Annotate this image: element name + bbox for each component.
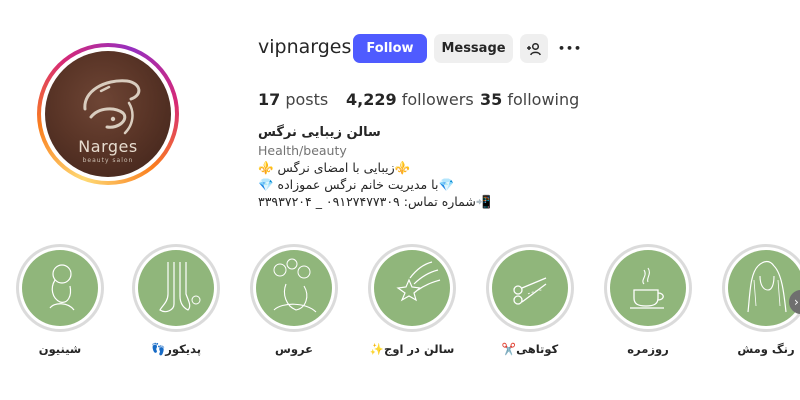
bio-category: Health/beauty bbox=[258, 143, 347, 158]
more-horizontal-icon: ••• bbox=[557, 42, 583, 55]
highlight-item[interactable]: کوتاهی✂️ bbox=[482, 244, 578, 356]
coffee-cup-icon bbox=[630, 267, 664, 309]
profile-avatar[interactable]: Narges beauty salon bbox=[37, 43, 179, 185]
following-count: 35 bbox=[480, 90, 503, 109]
following-stat[interactable]: 35 following bbox=[480, 90, 579, 109]
feet-pedicure-icon bbox=[159, 262, 201, 313]
bio-line-2: 💎با مدیریت خانم نرگس عموزاده 💎 bbox=[258, 177, 455, 192]
highlight-label: روزمره bbox=[627, 342, 669, 356]
highlight-label: کوتاهی✂️ bbox=[501, 342, 559, 356]
followers-stat[interactable]: 4,229 followers bbox=[346, 90, 474, 109]
suggested-accounts-button[interactable] bbox=[520, 34, 548, 63]
more-options-button[interactable]: ••• bbox=[556, 34, 584, 63]
highlight-label: رنگ ومش bbox=[737, 342, 795, 356]
highlight-item[interactable]: شینیون bbox=[12, 244, 108, 356]
woman-long-hair-icon bbox=[747, 260, 787, 313]
bio-name: سالن زیبایی نرگس bbox=[258, 125, 381, 140]
avatar-sub-text: beauty salon bbox=[82, 157, 134, 164]
highlight-label: شینیون bbox=[38, 342, 82, 356]
bio-line-3: 📲شماره تماس: ۰۹۱۲۷۴۷۷۳۰۹ _ ۳۳۹۳۷۲۰۴ bbox=[258, 194, 492, 209]
highlight-label: عروس bbox=[274, 342, 314, 356]
bio-line-1: ⚜️زیبایی با امضای نرگس ⚜️ bbox=[258, 160, 411, 175]
avatar-image: Narges beauty salon bbox=[45, 51, 171, 177]
bride-flowers-icon bbox=[273, 258, 317, 313]
add-person-icon bbox=[527, 42, 541, 55]
highlight-item[interactable]: پدیکور👣 bbox=[128, 244, 224, 356]
shooting-star-icon bbox=[396, 261, 441, 302]
avatar-brand-text: Narges bbox=[78, 137, 138, 156]
followers-count: 4,229 bbox=[346, 90, 397, 109]
username: vipnarges bbox=[258, 36, 352, 58]
highlight-item[interactable]: سالن در اوج✨ bbox=[364, 244, 460, 356]
bio-section: سالن زیبایی نرگس Health/beauty ⚜️زیبایی … bbox=[258, 124, 558, 210]
chevron-right-icon: › bbox=[794, 295, 799, 309]
highlight-item[interactable]: رنگ ومش bbox=[718, 244, 800, 356]
profile-page: Narges beauty salon vipnarges Follow Mes… bbox=[0, 0, 800, 400]
posts-count: 17 bbox=[258, 90, 281, 109]
posts-label: posts bbox=[285, 90, 329, 109]
following-label: following bbox=[507, 90, 580, 109]
scissors-icon bbox=[513, 277, 547, 305]
highlight-label: پدیکور👣 bbox=[150, 342, 202, 356]
highlight-item[interactable]: عروس bbox=[246, 244, 342, 356]
follow-button[interactable]: Follow bbox=[353, 34, 427, 63]
posts-stat: 17 posts bbox=[258, 90, 328, 109]
highlight-item[interactable]: روزمره bbox=[600, 244, 696, 356]
message-button[interactable]: Message bbox=[434, 34, 513, 63]
followers-label: followers bbox=[401, 90, 474, 109]
highlight-label: سالن در اوج✨ bbox=[369, 342, 455, 356]
woman-updo-icon bbox=[49, 264, 75, 311]
